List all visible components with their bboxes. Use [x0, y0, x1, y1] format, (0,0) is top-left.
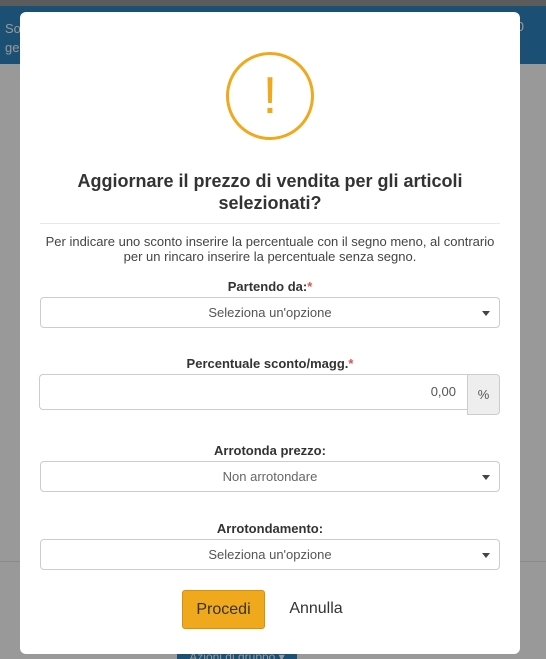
required-mark: *: [348, 356, 354, 371]
round-price-value: Non arrotondare: [222, 469, 318, 484]
starting-from-label-text: Partendo da:: [227, 279, 308, 294]
update-price-dialog: ! Aggiornare il prezzo di vendita per gl…: [20, 12, 520, 654]
starting-from-value: Seleziona un'opzione: [208, 305, 332, 320]
chevron-down-icon: [482, 475, 490, 480]
rounding-value: Seleziona un'opzione: [208, 547, 332, 562]
starting-from-label: Partendo da:*: [40, 279, 500, 294]
percentage-label-text: Percentuale sconto/magg.: [186, 356, 349, 371]
dialog-title: Aggiornare il prezzo di vendita per gli …: [77, 171, 463, 213]
cancel-button[interactable]: Annulla: [283, 590, 349, 629]
percentage-label: Percentuale sconto/magg.*: [40, 356, 500, 371]
proceed-button[interactable]: Procedi: [182, 590, 265, 629]
chevron-down-icon: [482, 311, 490, 316]
divider: [40, 223, 500, 224]
starting-from-select[interactable]: Seleziona un'opzione: [40, 297, 500, 328]
percentage-input[interactable]: 0,00: [39, 374, 468, 410]
required-mark: *: [307, 279, 313, 294]
page: So ge 0 Azioni di gruppo ▾ ! Aggiornare …: [0, 0, 546, 659]
round-price-select[interactable]: Non arrotondare: [40, 461, 500, 492]
rounding-select[interactable]: Seleziona un'opzione: [40, 539, 500, 570]
chevron-down-icon: [482, 553, 490, 558]
percent-addon: %: [467, 374, 500, 415]
dialog-description: Per indicare uno sconto inserire la perc…: [45, 234, 495, 264]
round-price-label: Arrotonda prezzo:: [214, 443, 326, 458]
exclamation-icon: !: [226, 52, 314, 140]
rounding-label: Arrotondamento:: [216, 521, 324, 536]
